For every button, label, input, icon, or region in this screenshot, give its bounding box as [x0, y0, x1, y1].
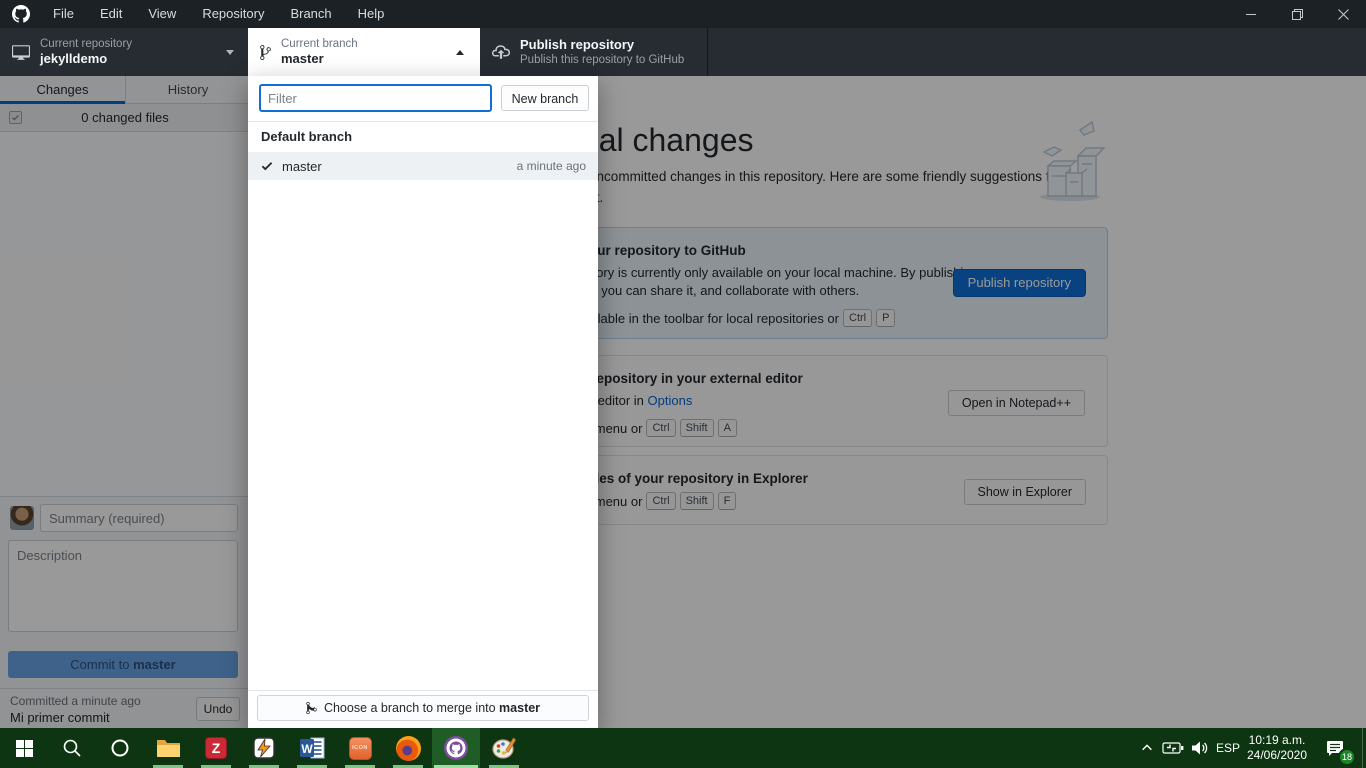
- windows-taskbar: Z W ICON: [0, 728, 1366, 768]
- merge-button-text: Choose a branch to merge into master: [324, 701, 540, 715]
- taskbar-winamp[interactable]: [240, 728, 288, 768]
- current-branch-button[interactable]: Current branch master: [248, 28, 480, 76]
- dim-overlay-left[interactable]: [0, 76, 250, 728]
- branch-dropdown: New branch Default branch master a minut…: [248, 76, 598, 728]
- minimize-button[interactable]: [1228, 0, 1274, 28]
- svg-text:W: W: [301, 742, 313, 756]
- file-explorer-icon: [156, 737, 181, 759]
- search-icon: [62, 738, 82, 758]
- desktop-icon: [12, 43, 30, 61]
- chevron-up-icon: [456, 50, 464, 55]
- firefox-icon: [396, 736, 421, 761]
- search-button[interactable]: [48, 728, 96, 768]
- action-center-button[interactable]: 18: [1312, 728, 1358, 768]
- repo-name: jekylldemo: [40, 51, 132, 67]
- branch-list-item-master[interactable]: master a minute ago: [248, 152, 598, 180]
- dim-overlay-right[interactable]: [598, 76, 1366, 728]
- clock[interactable]: 10:19 a.m. 24/06/2020: [1246, 728, 1308, 768]
- branch-label: Current branch: [281, 37, 358, 51]
- battery-icon[interactable]: [1160, 728, 1186, 768]
- window-controls: [1228, 0, 1366, 28]
- taskbar-icon-editor[interactable]: ICON: [336, 728, 384, 768]
- paint-icon: [492, 736, 517, 760]
- menu-repository[interactable]: Repository: [189, 0, 277, 28]
- show-desktop-button[interactable]: [1362, 728, 1366, 768]
- git-branch-icon: [260, 44, 271, 61]
- taskbar-paint[interactable]: [480, 728, 528, 768]
- cortana-button[interactable]: [96, 728, 144, 768]
- tray-chevron-up[interactable]: [1136, 728, 1158, 768]
- github-desktop-icon: [443, 735, 469, 761]
- winamp-icon: [252, 736, 276, 760]
- branch-filter-input[interactable]: [259, 84, 492, 112]
- taskbar-file-explorer[interactable]: [144, 728, 192, 768]
- icon-editor-icon: ICON: [349, 737, 372, 760]
- menu-view[interactable]: View: [135, 0, 189, 28]
- chevron-down-icon: [226, 50, 234, 55]
- branch-item-name: master: [282, 159, 322, 174]
- tray-date: 24/06/2020: [1247, 748, 1307, 763]
- close-button[interactable]: [1320, 0, 1366, 28]
- volume-icon[interactable]: [1188, 728, 1212, 768]
- taskbar-word[interactable]: W: [288, 728, 336, 768]
- language-indicator[interactable]: ESP: [1212, 728, 1244, 768]
- tray-time: 10:19 a.m.: [1249, 733, 1306, 748]
- start-button[interactable]: [0, 728, 48, 768]
- dropdown-divider: [248, 121, 598, 122]
- menu-file[interactable]: File: [40, 0, 87, 28]
- new-branch-button[interactable]: New branch: [501, 85, 589, 111]
- check-icon: [261, 159, 273, 173]
- github-logo-icon: [12, 5, 30, 23]
- taskbar-firefox[interactable]: [384, 728, 432, 768]
- cloud-upload-icon: [492, 43, 510, 61]
- menu-branch[interactable]: Branch: [277, 0, 344, 28]
- branch-name: master: [281, 51, 358, 67]
- menubar: File Edit View Repository Branch Help: [0, 0, 1366, 28]
- merge-branch-button[interactable]: Choose a branch to merge into master: [257, 695, 589, 721]
- taskbar-zotero[interactable]: Z: [192, 728, 240, 768]
- repo-label: Current repository: [40, 37, 132, 51]
- publish-repository-toolbar-button[interactable]: Publish repository Publish this reposito…: [480, 28, 708, 76]
- cortana-circle-icon: [110, 738, 130, 758]
- toolbar: Current repository jekylldemo Current br…: [0, 28, 1366, 76]
- github-desktop-window: File Edit View Repository Branch Help Cu…: [0, 0, 1366, 768]
- current-repository-button[interactable]: Current repository jekylldemo: [0, 28, 248, 76]
- restore-button[interactable]: [1274, 0, 1320, 28]
- zotero-icon: Z: [205, 737, 227, 759]
- dropdown-footer: Choose a branch to merge into master: [248, 690, 598, 728]
- taskbar-github-desktop[interactable]: [432, 728, 480, 768]
- git-merge-icon: [306, 701, 317, 715]
- word-icon: W: [300, 737, 325, 759]
- default-branch-header: Default branch: [261, 129, 352, 144]
- menu-help[interactable]: Help: [345, 0, 398, 28]
- publish-subtitle: Publish this repository to GitHub: [520, 53, 684, 67]
- publish-title: Publish repository: [520, 37, 684, 53]
- menu-edit[interactable]: Edit: [87, 0, 135, 28]
- notification-badge: 18: [1338, 748, 1356, 766]
- branch-item-time: a minute ago: [517, 159, 586, 173]
